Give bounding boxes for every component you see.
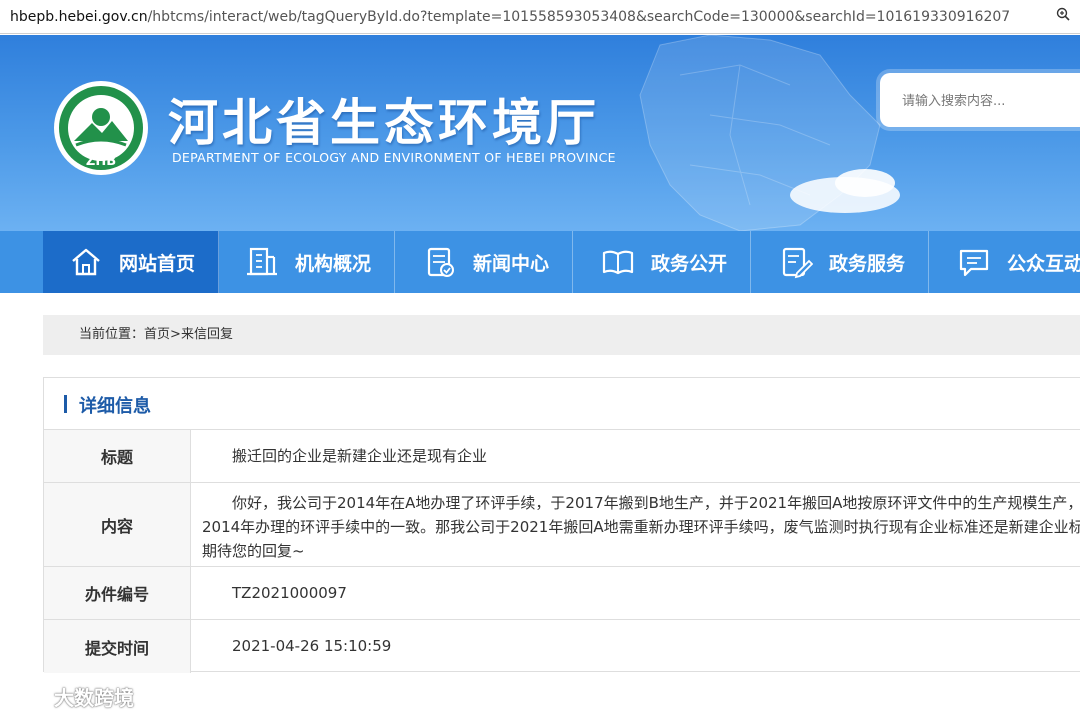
- detail-heading: 详细信息: [79, 396, 151, 417]
- site-subtitle: DEPARTMENT OF ECOLOGY AND ENVIRONMENT OF…: [172, 150, 616, 165]
- value-case-number: TZ2021000097: [232, 584, 347, 602]
- nav-item-organization[interactable]: 机构概况: [219, 231, 395, 293]
- label-title: 标题: [44, 430, 191, 482]
- label-content: 内容: [44, 483, 191, 566]
- address-bar[interactable]: hbepb.hebei.gov.cn/hbtcms/interact/web/t…: [0, 0, 1080, 34]
- heading-accent-bar: [64, 395, 67, 413]
- nav-item-public-interaction[interactable]: 公众互动: [931, 231, 1080, 293]
- nav-label-news: 新闻中心: [473, 252, 550, 275]
- search-box[interactable]: [880, 73, 1080, 129]
- nav-item-home[interactable]: 网站首页: [43, 231, 219, 293]
- province-map-graphic: [639, 35, 900, 231]
- nav-item-gov-affairs[interactable]: 政务公开: [575, 231, 751, 293]
- zoom-icon[interactable]: [1056, 0, 1070, 34]
- svg-text:ZHB: ZHB: [86, 154, 116, 169]
- url-host: hbepb.hebei.gov.cn: [10, 9, 148, 25]
- value-title: 搬迁回的企业是新建企业还是现有企业: [232, 447, 488, 465]
- url-text[interactable]: hbepb.hebei.gov.cn/hbtcms/interact/web/t…: [10, 0, 1010, 34]
- edit-document-icon: [782, 247, 813, 279]
- watermark-text: 大数跨境: [54, 685, 134, 710]
- value-content: 你好，我公司于2014年在A地办理了环评手续，于2017年搬到B地生产，并于20…: [202, 494, 1080, 560]
- watermark: 大数跨境: [8, 680, 134, 712]
- hebei-eco-logo: ZHB: [54, 81, 148, 175]
- home-icon: [72, 248, 100, 276]
- breadcrumb-home-link[interactable]: 首页: [144, 327, 170, 342]
- detail-panel: 详细信息 标题 搬迁回的企业是新建企业还是现有企业 内容 你好，我公司于2014…: [43, 377, 1080, 673]
- detail-panel-header: 详细信息: [44, 378, 1080, 430]
- nav-label-home: 网站首页: [119, 252, 196, 275]
- watermark-logo-icon: [10, 686, 45, 704]
- breadcrumb-prefix: 当前位置：: [79, 327, 145, 342]
- detail-row-title: 标题 搬迁回的企业是新建企业还是现有企业: [44, 430, 1080, 483]
- detail-row-case-number: 办件编号 TZ2021000097: [44, 567, 1080, 620]
- breadcrumb: 当前位置：首页>来信回复: [43, 315, 1080, 355]
- chat-icon: [959, 249, 989, 277]
- detail-row-content: 内容 你好，我公司于2014年在A地办理了环评手续，于2017年搬到B地生产，并…: [44, 483, 1080, 567]
- search-input[interactable]: [900, 73, 1074, 129]
- label-submit-time: 提交时间: [44, 620, 191, 673]
- nav-item-news[interactable]: 新闻中心: [397, 231, 573, 293]
- nav-item-gov-services[interactable]: 政务服务: [753, 231, 929, 293]
- detail-row-submit-time: 提交时间 2021-04-26 15:10:59: [44, 620, 1080, 673]
- breadcrumb-separator: >: [170, 327, 181, 342]
- nav-label-organization: 机构概况: [295, 252, 372, 275]
- site-banner: ZHB 河北省生态环境厅 DEPARTMENT OF ECOLOGY AND E…: [0, 35, 1080, 231]
- value-submit-time: 2021-04-26 15:10:59: [232, 637, 392, 655]
- news-icon: [427, 247, 454, 277]
- breadcrumb-current[interactable]: 来信回复: [181, 327, 233, 342]
- site-title: 河北省生态环境厅: [168, 94, 600, 152]
- nav-label-public-interaction: 公众互动: [1007, 252, 1080, 275]
- nav-label-gov-affairs: 政务公开: [651, 252, 728, 275]
- label-case-number: 办件编号: [44, 567, 191, 619]
- main-nav: 网站首页 机构概况 新闻中心 政务公开 政务服务 公众互动: [0, 231, 1080, 293]
- book-icon: [602, 250, 634, 275]
- url-path: /hbtcms/interact/web/tagQueryById.do?tem…: [147, 9, 1011, 25]
- nav-label-gov-services: 政务服务: [829, 252, 906, 275]
- building-icon: [247, 247, 277, 276]
